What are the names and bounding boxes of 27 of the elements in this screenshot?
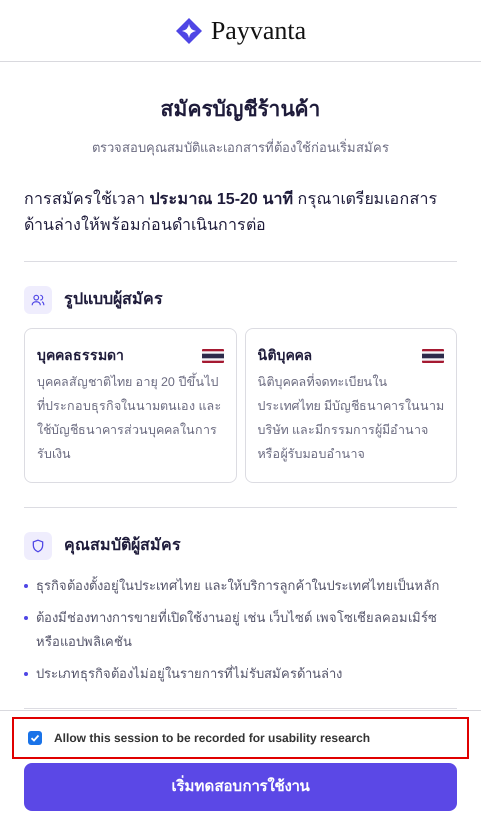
qualification-text: ประเภทธุรกิจต้องไม่อยู่ในรายการที่ไม่รับสมัครด้านล่าง — [36, 664, 342, 684]
card-title: บุคคลธรรมดา — [37, 346, 124, 366]
qualification-text: ธุรกิจต้องตั้งอยู่ในประเทศไทย และให้บริการลูกค้าในประเทศไทยเป็นหลัก — [36, 575, 440, 596]
section-heading: คุณสมบัติผู้สมัคร — [64, 535, 181, 557]
diamond-logo-icon — [174, 16, 203, 44]
people-icon — [24, 286, 52, 314]
card-description: นิติบุคคลที่จดทะเบียนในประเทศไทย มีบัญชีธนาคารในนามบริษัท และมีกรรมการผู้มีอำนาจหรือผู้รับมอบอำนาจ — [258, 372, 444, 464]
applicant-type-card[interactable]: นิติบุคคล นิติบุคคลที่จดทะเบียนในประเทศไทย มีบัญชีธนาคารในนามบริษัท และมีกรรมการผู้มีอำนาจหรือผู้รับมอบอำนาจ — [244, 328, 457, 483]
bullet-icon — [24, 616, 28, 620]
bullet-icon — [24, 584, 28, 588]
thai-flag-icon — [422, 349, 444, 363]
brand-name: Payvanta — [210, 15, 306, 47]
applicant-type-card[interactable]: บุคคลธรรมดา บุคคลสัญชาติไทย อายุ 20 ปีขึ้นไปที่ประกอบธุรกิจในนามตนเอง และใช้บัญชีธนาคารส่วนบุคคลในการรับเงิน — [24, 328, 236, 483]
section-heading: รูปแบบผู้สมัคร — [64, 289, 163, 311]
page-subtitle: ตรวจสอบคุณสมบัติและเอกสารที่ต้องใช้ก่อนเริ่มสมัคร — [91, 138, 390, 157]
consent-checkbox-row[interactable]: Allow this session to be recorded for usability research — [12, 717, 469, 759]
card-title: นิติบุคคล — [258, 346, 312, 366]
consent-label: Allow this session to be recorded for usability research — [54, 730, 370, 747]
bullet-icon — [24, 672, 28, 676]
shield-icon — [24, 532, 52, 560]
card-description: บุคคลสัญชาติไทย อายุ 20 ปีขึ้นไปที่ประกอบธุรกิจในนามตนเอง และใช้บัญชีธนาคารส่วนบุคคลในการรับเงิน — [37, 370, 224, 466]
checkbox[interactable] — [28, 731, 42, 745]
thai-flag-icon — [202, 349, 224, 363]
page-title: สมัครบัญชีร้านค้า — [160, 96, 322, 124]
qualification-text: ต้องมีช่องทางการขายที่เปิดใช้งานอยู่ เช่น เว็บไซต์ เพจโซเชียลคอมเมิร์ซ หรือแอปพลิเคชัน — [36, 608, 438, 651]
intro-text: การสมัครใช้เวลา ประมาณ 15-20 นาที กรุณาเตรียมเอกสารด้านล่างให้พร้อมก่อนดำเนินการต่อ — [24, 188, 439, 236]
start-button[interactable]: เริ่มทดสอบการใช้งาน — [24, 763, 457, 811]
